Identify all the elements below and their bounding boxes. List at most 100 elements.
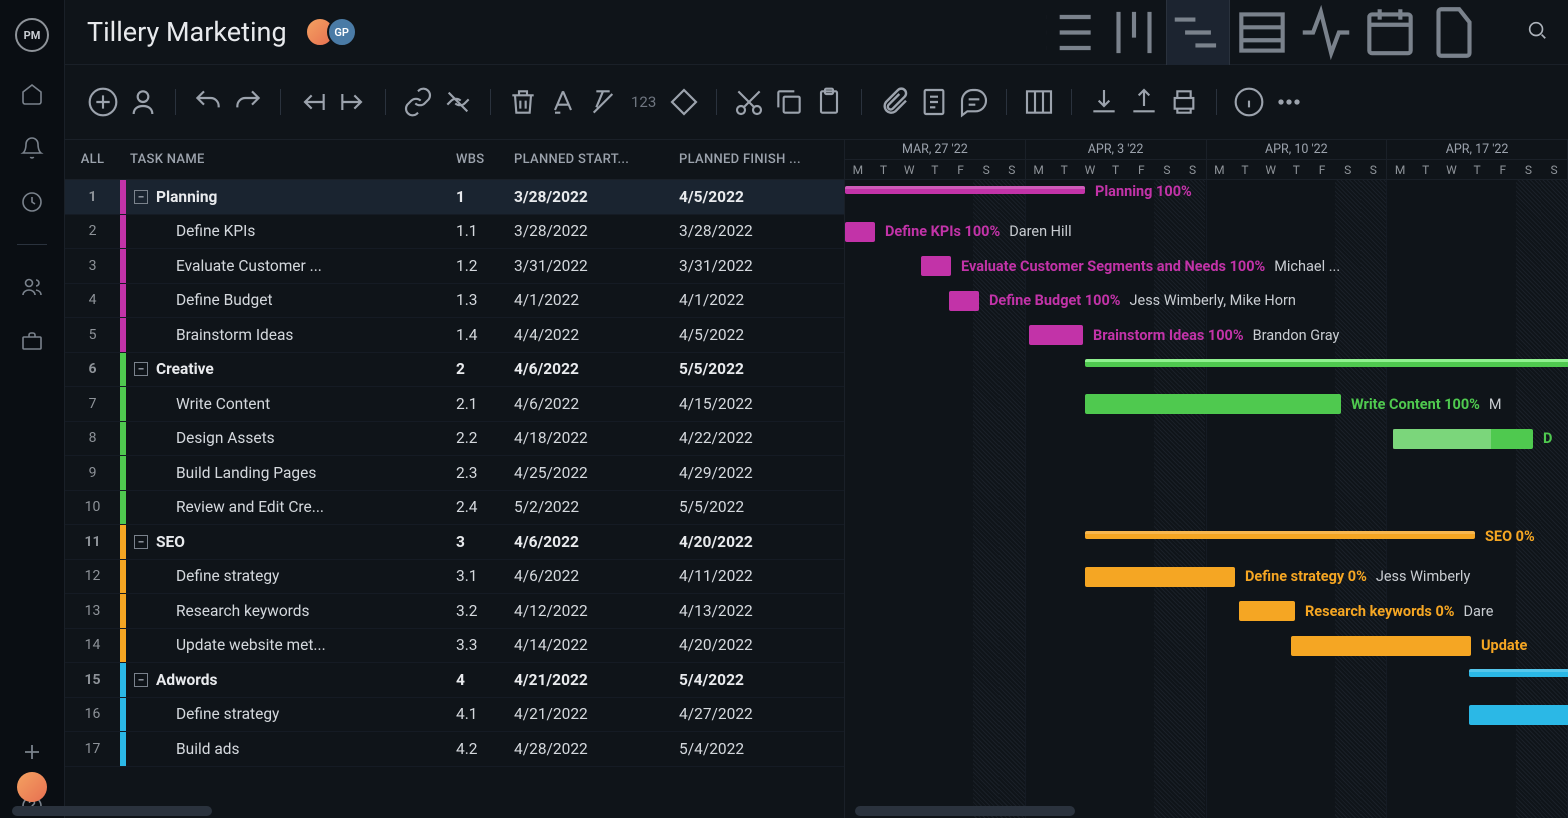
gantt-view-tab[interactable] — [1166, 0, 1230, 65]
paste-button[interactable] — [813, 86, 845, 118]
indent-button[interactable] — [337, 86, 369, 118]
project-title: Tillery Marketing — [87, 16, 287, 48]
row-num: 15 — [65, 672, 120, 688]
finish-cell: 4/15/2022 — [679, 395, 844, 413]
activity-view-tab[interactable] — [1294, 0, 1358, 65]
attach-button[interactable] — [878, 86, 910, 118]
collapse-icon[interactable]: − — [134, 673, 148, 687]
col-finish[interactable]: PLANNED FINISH ... — [679, 152, 844, 167]
outdent-button[interactable] — [297, 86, 329, 118]
row-num: 12 — [65, 568, 120, 584]
link-button[interactable] — [402, 86, 434, 118]
task-row[interactable]: 2Define KPIs1.13/28/20223/28/2022 — [65, 215, 844, 250]
task-row[interactable]: 14Update website met...3.34/14/20224/20/… — [65, 629, 844, 664]
avatar-2[interactable]: GP — [327, 17, 357, 47]
file-view-tab[interactable] — [1422, 0, 1486, 65]
week-column: APR, 17 '22MTWTFSS — [1387, 140, 1568, 179]
list-view-tab[interactable] — [1038, 0, 1102, 65]
task-row[interactable]: 3Evaluate Customer ...1.23/31/20223/31/2… — [65, 249, 844, 284]
start-cell: 4/18/2022 — [514, 429, 679, 447]
plus-icon[interactable] — [20, 740, 44, 764]
task-row[interactable]: 10Review and Edit Cre...2.45/2/20225/5/2… — [65, 491, 844, 526]
search-icon[interactable] — [1526, 19, 1548, 45]
cut-button[interactable] — [733, 86, 765, 118]
team-icon[interactable] — [20, 275, 44, 299]
task-row[interactable]: 8Design Assets2.24/18/20224/22/2022 — [65, 422, 844, 457]
task-row[interactable]: 6−Creative24/6/20225/5/2022 — [65, 353, 844, 388]
task-row[interactable]: 4Define Budget1.34/1/20224/1/2022 — [65, 284, 844, 319]
task-row[interactable]: 9Build Landing Pages2.34/25/20224/29/202… — [65, 456, 844, 491]
copy-button[interactable] — [773, 86, 805, 118]
user-avatar[interactable] — [17, 772, 47, 802]
task-row[interactable]: 15−Adwords44/21/20225/4/2022 — [65, 663, 844, 698]
table-view-tab[interactable] — [1230, 0, 1294, 65]
gantt-bar[interactable]: Define Budget 100%Jess Wimberly, Mike Ho… — [949, 291, 979, 311]
print-button[interactable] — [1168, 86, 1200, 118]
comment-button[interactable] — [958, 86, 990, 118]
task-row[interactable]: 1−Planning13/28/20224/5/2022 — [65, 180, 844, 215]
table-scrollbar[interactable] — [65, 806, 212, 816]
gantt-bar[interactable]: Update — [1291, 636, 1471, 656]
app-logo[interactable]: PM — [15, 18, 49, 52]
unlink-button[interactable] — [442, 86, 474, 118]
gantt-bar[interactable] — [1085, 359, 1568, 367]
col-name[interactable]: TASK NAME — [120, 152, 456, 167]
assign-button[interactable] — [127, 86, 159, 118]
bar-label: Write Content 100%M — [1351, 396, 1502, 413]
task-row[interactable]: 5Brainstorm Ideas1.44/4/20224/5/2022 — [65, 318, 844, 353]
gantt-bar[interactable]: D — [1393, 429, 1533, 449]
week-label: APR, 10 '22 — [1207, 140, 1387, 160]
more-button[interactable] — [1273, 86, 1305, 118]
clear-format-button[interactable] — [587, 86, 619, 118]
gantt-bar[interactable]: Define strategy 0%Jess Wimberly — [1085, 567, 1235, 587]
export-button[interactable] — [1128, 86, 1160, 118]
board-view-tab[interactable] — [1102, 0, 1166, 65]
add-button[interactable] — [87, 86, 119, 118]
gantt-bar[interactable]: SEO 0% — [1085, 531, 1475, 539]
briefcase-icon[interactable] — [20, 329, 44, 353]
gantt-bar[interactable]: Evaluate Customer Segments and Needs 100… — [921, 256, 951, 276]
col-wbs[interactable]: WBS — [456, 152, 514, 167]
notes-button[interactable] — [918, 86, 950, 118]
wbs-cell: 1.3 — [456, 291, 514, 309]
col-start[interactable]: PLANNED START... — [514, 152, 679, 167]
gantt-bar[interactable]: Define KPIs 100%Daren Hill — [845, 222, 875, 242]
task-name-cell: Define strategy — [134, 705, 456, 723]
delete-button[interactable] — [507, 86, 539, 118]
task-row[interactable]: 17Build ads4.24/28/20225/4/2022 — [65, 732, 844, 767]
calendar-view-tab[interactable] — [1358, 0, 1422, 65]
gantt-bar[interactable] — [1469, 669, 1568, 677]
color-bar — [120, 525, 126, 559]
task-row[interactable]: 7Write Content2.14/6/20224/15/2022 — [65, 387, 844, 422]
milestone-button[interactable] — [668, 86, 700, 118]
bar-label: Evaluate Customer Segments and Needs 100… — [961, 258, 1340, 275]
collapse-icon[interactable]: − — [134, 190, 148, 204]
gantt-bar[interactable] — [1469, 705, 1568, 725]
task-row[interactable]: 13Research keywords3.24/12/20224/13/2022 — [65, 594, 844, 629]
gantt-scrollbar[interactable] — [855, 806, 1075, 816]
redo-button[interactable] — [232, 86, 264, 118]
gantt-bar[interactable]: Research keywords 0%Dare — [1239, 601, 1295, 621]
finish-cell: 4/27/2022 — [679, 705, 844, 723]
day-label: T — [922, 160, 948, 180]
finish-cell: 3/31/2022 — [679, 257, 844, 275]
collapse-icon[interactable]: − — [134, 535, 148, 549]
color-bar — [120, 284, 126, 318]
info-button[interactable] — [1233, 86, 1265, 118]
columns-button[interactable] — [1023, 86, 1055, 118]
home-icon[interactable] — [20, 82, 44, 106]
gantt-bar[interactable]: Planning 100% — [845, 186, 1085, 194]
task-row[interactable]: 12Define strategy3.14/6/20224/11/2022 — [65, 560, 844, 595]
task-row[interactable]: 11−SEO34/6/20224/20/2022 — [65, 525, 844, 560]
undo-button[interactable] — [192, 86, 224, 118]
import-button[interactable] — [1088, 86, 1120, 118]
task-row[interactable]: 16Define strategy4.14/21/20224/27/2022 — [65, 698, 844, 733]
gantt-bar[interactable]: Write Content 100%M — [1085, 394, 1341, 414]
text-style-button[interactable] — [547, 86, 579, 118]
gantt-bar[interactable]: Brainstorm Ideas 100%Brandon Gray — [1029, 325, 1083, 345]
collapse-icon[interactable]: − — [134, 362, 148, 376]
col-all[interactable]: ALL — [65, 152, 120, 167]
bell-icon[interactable] — [20, 136, 44, 160]
clock-icon[interactable] — [20, 190, 44, 214]
task-name-cell: Write Content — [134, 395, 456, 413]
